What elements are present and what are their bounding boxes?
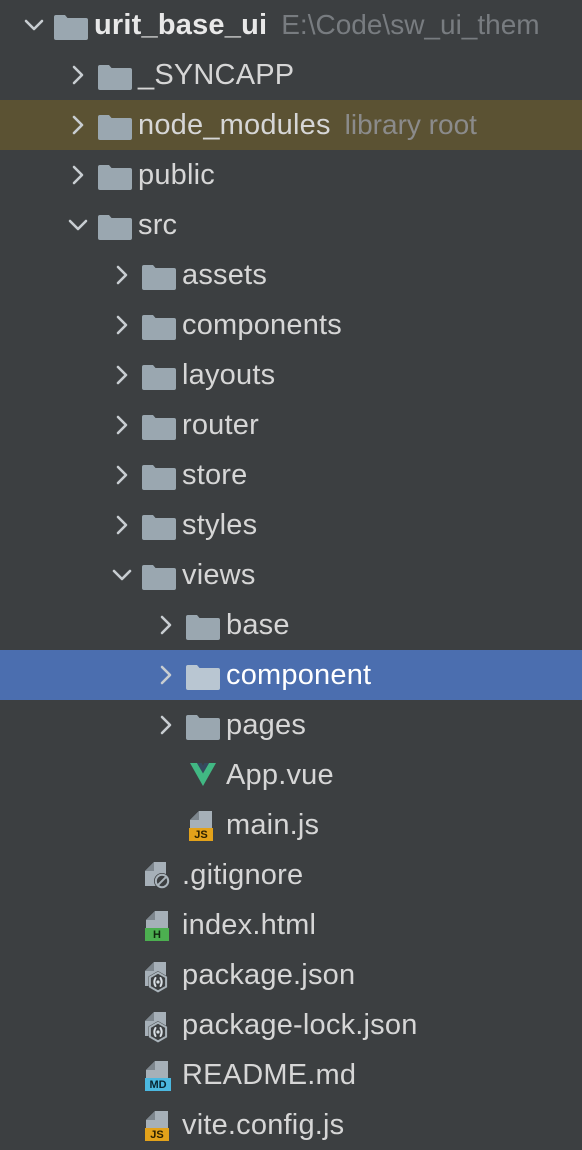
chevron-right-icon[interactable] — [148, 600, 182, 650]
tree-row-file[interactable]: Hindex.html — [0, 900, 582, 950]
tree-leaf-spacer — [148, 800, 182, 850]
tree-leaf-spacer — [104, 1100, 138, 1150]
folder-icon — [94, 200, 138, 250]
chevron-right-icon[interactable] — [104, 350, 138, 400]
svg-text:JS: JS — [194, 829, 207, 841]
html-file-icon: H — [138, 900, 182, 950]
folder-name-label: views — [182, 559, 256, 591]
tree-row-file[interactable]: MD README.md — [0, 1050, 582, 1100]
folder-name-label: component — [226, 659, 372, 691]
project-path-hint: E:\Code\sw_ui_them — [281, 9, 540, 40]
chevron-right-icon[interactable] — [104, 450, 138, 500]
json-node-file-icon — [138, 1000, 182, 1050]
folder-icon — [50, 0, 94, 50]
chevron-right-icon[interactable] — [60, 50, 94, 100]
project-file-tree[interactable]: urit_base_ui E:\Code\sw_ui_them _SYNCAPPno… — [0, 0, 582, 1141]
tree-leaf-spacer — [104, 1050, 138, 1100]
folder-icon — [182, 650, 226, 700]
folder-name-label: router — [182, 409, 259, 441]
folder-name-label: src — [138, 209, 178, 241]
folder-name-label: _SYNCAPP — [138, 59, 295, 91]
chevron-right-icon[interactable] — [104, 400, 138, 450]
vue-file-icon — [182, 750, 226, 800]
chevron-right-icon[interactable] — [148, 650, 182, 700]
folder-icon — [138, 550, 182, 600]
folder-name-label: layouts — [182, 359, 276, 391]
chevron-down-icon[interactable] — [60, 200, 94, 250]
chevron-right-icon[interactable] — [60, 100, 94, 150]
folder-icon — [94, 50, 138, 100]
folder-icon — [138, 450, 182, 500]
folder-name-label: store — [182, 459, 248, 491]
file-name-label: .gitignore — [182, 859, 304, 891]
folder-icon — [138, 400, 182, 450]
tree-row-folder[interactable]: _SYNCAPP — [0, 50, 582, 100]
gitignore-file-icon — [138, 850, 182, 900]
folder-name-label: public — [138, 159, 215, 191]
folder-icon — [94, 150, 138, 200]
tree-row-folder[interactable]: styles — [0, 500, 582, 550]
tree-row-file[interactable]: App.vue — [0, 750, 582, 800]
js-file-icon: JS — [182, 800, 226, 850]
tree-row-folder[interactable]: base — [0, 600, 582, 650]
folder-icon — [138, 300, 182, 350]
js-file-icon: JS — [138, 1100, 182, 1150]
tree-row-file[interactable]: JS main.js — [0, 800, 582, 850]
tree-row-folder[interactable]: components — [0, 300, 582, 350]
tree-row-folder[interactable]: router — [0, 400, 582, 450]
chevron-down-icon[interactable] — [104, 550, 138, 600]
tree-row-folder[interactable]: urit_base_ui E:\Code\sw_ui_them — [0, 0, 582, 50]
tree-row-folder[interactable]: pages — [0, 700, 582, 750]
chevron-right-icon[interactable] — [148, 700, 182, 750]
folder-name-label: base — [226, 609, 290, 641]
chevron-down-icon[interactable] — [16, 0, 50, 50]
folder-icon — [182, 600, 226, 650]
tree-row-folder[interactable]: node_modules library root — [0, 100, 582, 150]
tree-leaf-spacer — [148, 750, 182, 800]
svg-text:JS: JS — [150, 1129, 163, 1141]
folder-name-label: pages — [226, 709, 307, 741]
chevron-right-icon[interactable] — [60, 150, 94, 200]
svg-text:MD: MD — [149, 1079, 166, 1091]
tree-leaf-spacer — [104, 1000, 138, 1050]
chevron-right-icon[interactable] — [104, 300, 138, 350]
chevron-right-icon[interactable] — [104, 500, 138, 550]
tree-row-file[interactable]: JS vite.config.js — [0, 1100, 582, 1150]
file-name-label: App.vue — [226, 759, 334, 791]
file-name-label: README.md — [182, 1059, 357, 1091]
file-name-label: package.json — [182, 959, 356, 991]
folder-name-label: components — [182, 309, 342, 341]
tree-row-file[interactable]: package.json — [0, 950, 582, 1000]
folder-icon — [138, 250, 182, 300]
tree-row-folder[interactable]: assets — [0, 250, 582, 300]
tree-leaf-spacer — [104, 950, 138, 1000]
folder-name-label: urit_base_ui — [94, 9, 268, 41]
svg-text:H: H — [153, 929, 161, 941]
tree-row-folder[interactable]: views — [0, 550, 582, 600]
folder-icon — [182, 700, 226, 750]
tree-row-file[interactable]: .gitignore — [0, 850, 582, 900]
markdown-file-icon: MD — [138, 1050, 182, 1100]
folder-name-label: assets — [182, 259, 268, 291]
tree-leaf-spacer — [104, 900, 138, 950]
tree-leaf-spacer — [104, 850, 138, 900]
file-name-label: main.js — [226, 809, 320, 841]
folder-icon — [138, 350, 182, 400]
tree-row-folder[interactable]: layouts — [0, 350, 582, 400]
tree-row-folder[interactable]: src — [0, 200, 582, 250]
json-node-file-icon — [138, 950, 182, 1000]
file-name-label: package-lock.json — [182, 1009, 418, 1041]
tree-row-file[interactable]: package-lock.json — [0, 1000, 582, 1050]
folder-icon — [94, 100, 138, 150]
file-name-label: vite.config.js — [182, 1109, 345, 1141]
folder-name-label: styles — [182, 509, 258, 541]
node-annotation-hint: library root — [344, 109, 477, 140]
file-name-label: index.html — [182, 909, 317, 941]
tree-row-folder[interactable]: component — [0, 650, 582, 700]
folder-name-label: node_modules — [138, 109, 331, 141]
folder-icon — [138, 500, 182, 550]
chevron-right-icon[interactable] — [104, 250, 138, 300]
tree-row-folder[interactable]: store — [0, 450, 582, 500]
tree-row-folder[interactable]: public — [0, 150, 582, 200]
